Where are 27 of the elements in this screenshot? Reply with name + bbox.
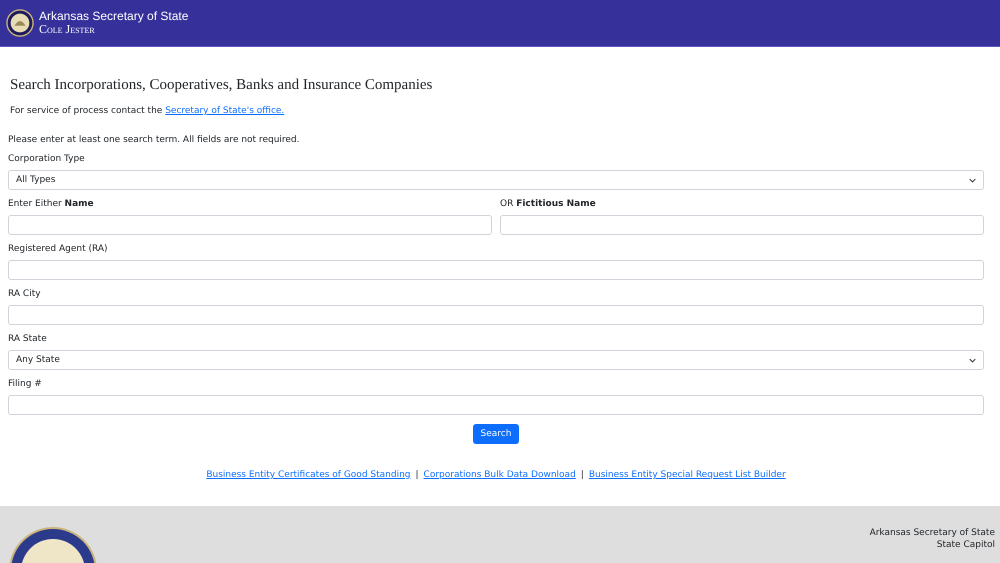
office-link[interactable]: Secretary of State's office. xyxy=(165,106,284,116)
search-button[interactable]: Search xyxy=(472,424,520,444)
address-line: State Capitol xyxy=(936,539,995,551)
seal-icon xyxy=(8,526,98,563)
address-line: Arkansas Secretary of State xyxy=(870,527,995,539)
link-separator: | xyxy=(580,470,584,480)
header-subtitle: Cole Jester xyxy=(39,23,95,36)
link-separator: | xyxy=(415,470,419,480)
instructions-text: Please enter at least one search term. All fields are not required. xyxy=(8,135,301,145)
chevron-icon xyxy=(969,358,976,362)
field-label: Enter Either Name xyxy=(8,199,95,210)
seal-logo-icon xyxy=(6,9,34,37)
chevron-icon xyxy=(969,178,976,182)
field-label: OR Fictitious Name xyxy=(500,199,597,210)
field-label: RA City xyxy=(8,289,42,300)
select-dropdown[interactable]: Any State xyxy=(8,350,984,370)
header-title: Arkansas Secretary of State xyxy=(39,10,188,23)
footer-link[interactable]: Corporations Bulk Data Download xyxy=(424,470,576,480)
field-label: RA State xyxy=(8,334,48,345)
page-title: Search Incorporations, Cooperatives, Banks and Insurance Companies xyxy=(10,76,434,94)
field-label: Filing # xyxy=(8,379,43,390)
select-dropdown[interactable]: All Types xyxy=(8,170,984,190)
field-label: Corporation Type xyxy=(8,154,86,165)
field-label: Registered Agent (RA) xyxy=(8,244,109,255)
footer-link[interactable]: Business Entity Special Request List Builder xyxy=(588,470,786,480)
footer-link[interactable]: Business Entity Certificates of Good Standing xyxy=(206,470,410,480)
service-note: For service of process contact the Secretary of State's office. xyxy=(10,106,286,116)
